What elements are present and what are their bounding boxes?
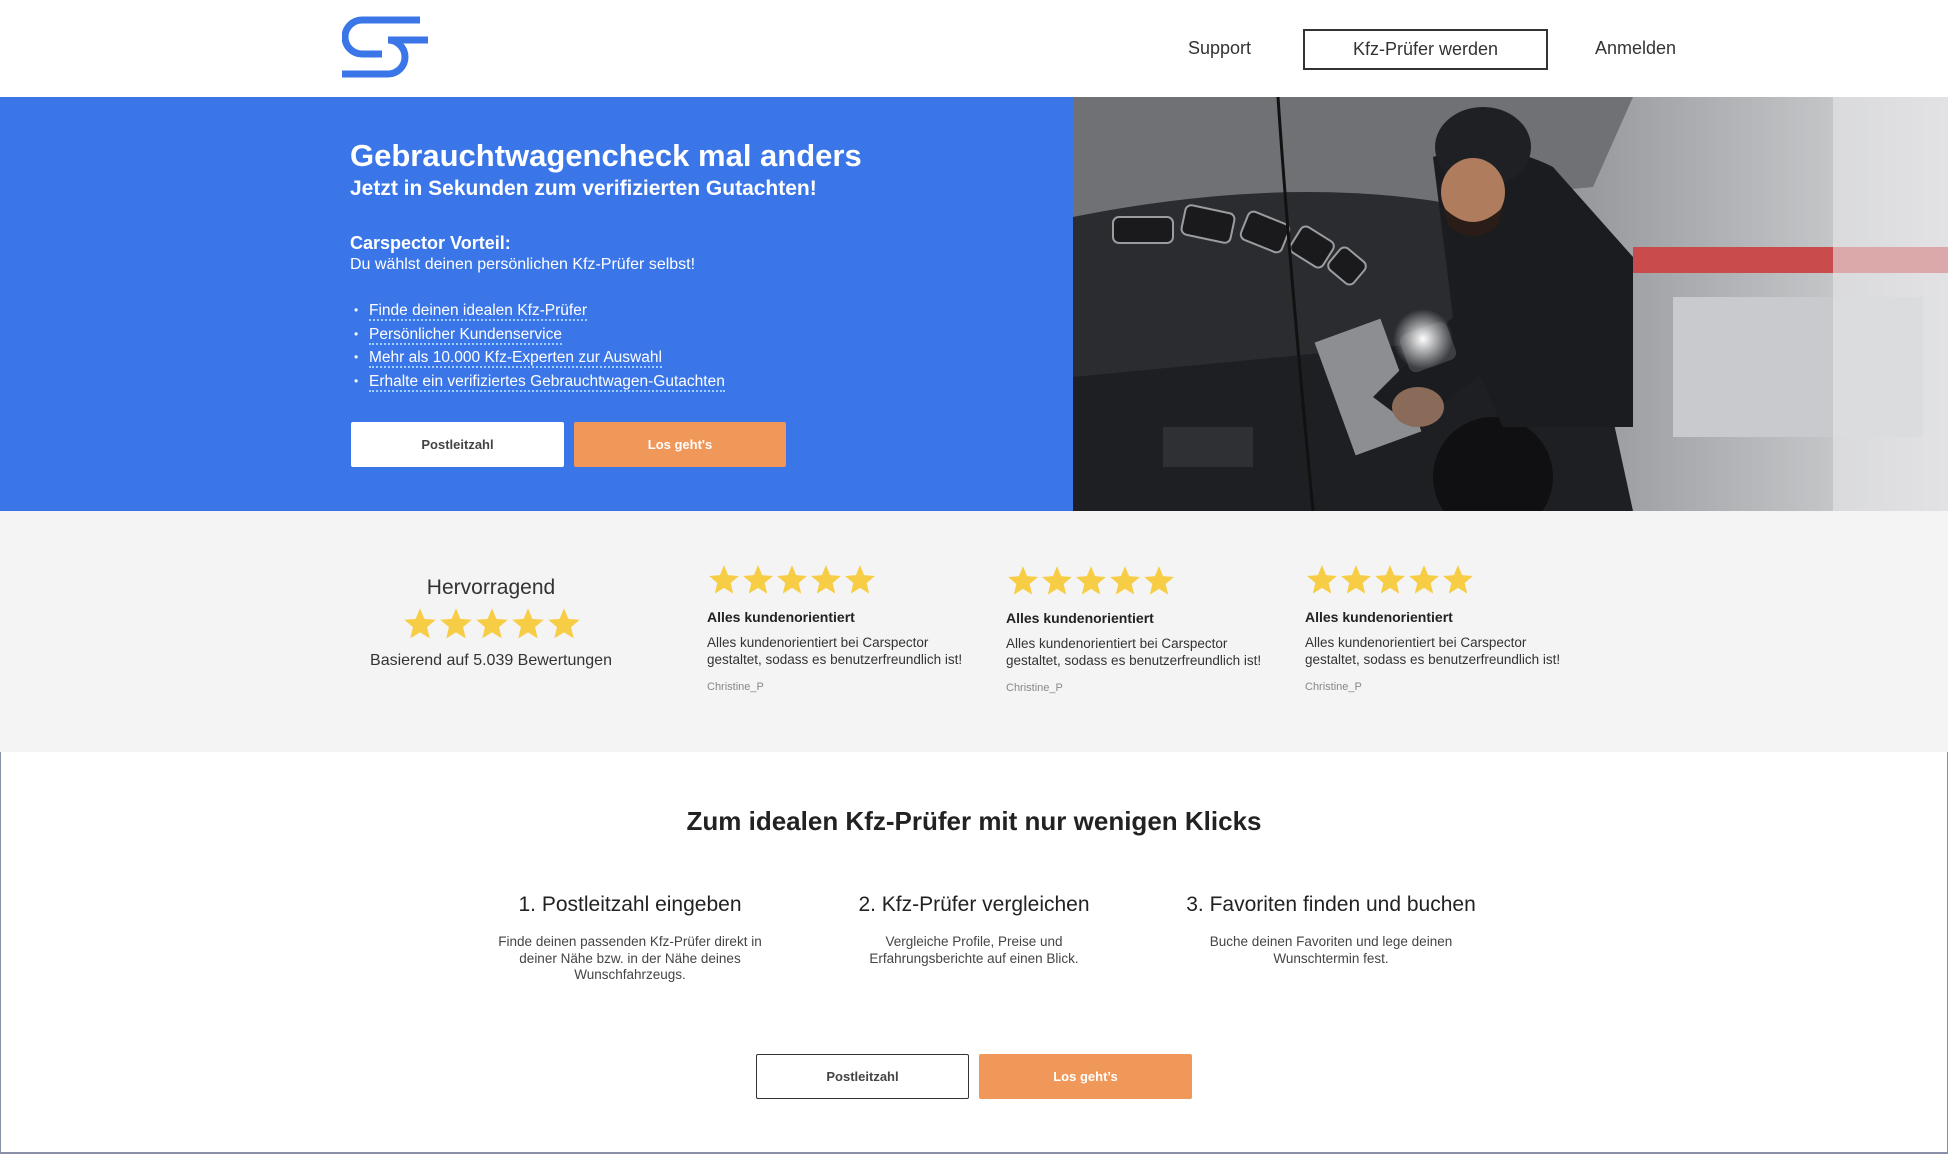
advantage-item[interactable]: Mehr als 10.000 Kfz-Experten zur Auswahl (354, 346, 725, 370)
star-icon (1076, 566, 1106, 595)
star-icon (548, 608, 580, 639)
star-icon (845, 565, 875, 594)
star-icon (709, 565, 739, 594)
hero-subtitle: Jetzt in Sekunden zum verifizierten Guta… (350, 177, 817, 200)
review-stars (1006, 564, 1296, 600)
rating-label: Hervorragend (426, 576, 556, 599)
steps-zip-input[interactable]: Postleitzahl (756, 1054, 969, 1099)
star-icon (1341, 565, 1371, 594)
hero-image-mechanic (1073, 97, 1948, 511)
star-icon (1409, 565, 1439, 594)
star-icon (440, 608, 472, 639)
star-icon (1443, 565, 1473, 594)
review-card: Alles kundenorientiert Alles kundenorien… (1006, 564, 1296, 694)
review-card: Alles kundenorientiert Alles kundenorien… (1305, 563, 1595, 693)
step-heading: 3. Favoriten finden und buchen (1186, 893, 1476, 916)
star-icon (777, 565, 807, 594)
site-header: Support Kfz-Prüfer werden Anmelden (0, 0, 1948, 97)
review-text: Alles kundenorientiert bei Carspector ges… (1305, 635, 1561, 667)
nav-support-link[interactable]: Support (1188, 38, 1251, 59)
star-icon (1375, 565, 1405, 594)
logo-icon[interactable] (342, 16, 428, 78)
advantage-item[interactable]: Finde deinen idealen Kfz-Prüfer (354, 299, 725, 323)
review-author: Christine_P (707, 681, 764, 693)
review-author: Christine_P (1006, 682, 1063, 694)
star-icon (743, 565, 773, 594)
step-item: 1. Postleitzahl eingeben Finde deinen pa… (470, 893, 790, 984)
star-icon (1042, 566, 1072, 595)
review-title: Alles kundenorientiert (1006, 610, 1154, 626)
nav-login-link[interactable]: Anmelden (1595, 38, 1676, 59)
step-text: Finde deinen passenden Kfz-Prüfer direkt… (498, 934, 762, 982)
star-icon (811, 565, 841, 594)
star-icon (404, 608, 436, 639)
step-item: 2. Kfz-Prüfer vergleichen Vergleiche Pro… (814, 893, 1134, 967)
review-card: Alles kundenorientiert Alles kundenorien… (707, 563, 997, 693)
review-stars (1305, 563, 1595, 599)
become-inspector-button[interactable]: Kfz-Prüfer werden (1303, 29, 1548, 70)
review-text: Alles kundenorientiert bei Carspector ges… (707, 635, 963, 667)
rating-count: Basierend auf 5.039 Bewertungen (370, 652, 612, 669)
hero-zip-input[interactable]: Postleitzahl (351, 422, 564, 467)
advantage-item[interactable]: Persönlicher Kundenservice (354, 323, 725, 347)
review-author: Christine_P (1305, 681, 1362, 693)
advantage-list: Finde deinen idealen Kfz-Prüfer Persönli… (354, 299, 725, 393)
steps-title: Zum idealen Kfz-Prüfer mit nur wenigen K… (686, 806, 1262, 836)
step-text: Vergleiche Profile, Preise und Erfahrungs… (869, 934, 1079, 966)
star-icon (1144, 566, 1174, 595)
star-icon (1008, 566, 1038, 595)
star-icon (512, 608, 544, 639)
star-icon (476, 608, 508, 639)
review-stars (707, 563, 997, 599)
step-item: 3. Favoriten finden und buchen Buche dei… (1171, 893, 1491, 967)
hero-title: Gebrauchtwagencheck mal anders (350, 138, 862, 173)
hero-go-button[interactable]: Los geht's (574, 422, 786, 467)
review-title: Alles kundenorientiert (707, 609, 855, 625)
advantage-item[interactable]: Erhalte ein verifiziertes Gebrauchtwagen… (354, 370, 725, 394)
star-icon (1110, 566, 1140, 595)
steps-go-button[interactable]: Los geht’s (979, 1054, 1192, 1099)
rating-stars (402, 606, 582, 642)
step-heading: 1. Postleitzahl eingeben (518, 893, 742, 916)
step-text: Buche deinen Favoriten und lege deinen Wu… (1209, 934, 1453, 966)
advantage-text: Du wählst deinen persönlichen Kfz-Prüfer… (350, 256, 696, 273)
review-title: Alles kundenorientiert (1305, 609, 1453, 625)
star-icon (1307, 565, 1337, 594)
advantage-heading: Carspector Vorteil: (350, 233, 511, 253)
step-heading: 2. Kfz-Prüfer vergleichen (858, 893, 1090, 916)
review-text: Alles kundenorientiert bei Carspector ges… (1006, 636, 1262, 668)
